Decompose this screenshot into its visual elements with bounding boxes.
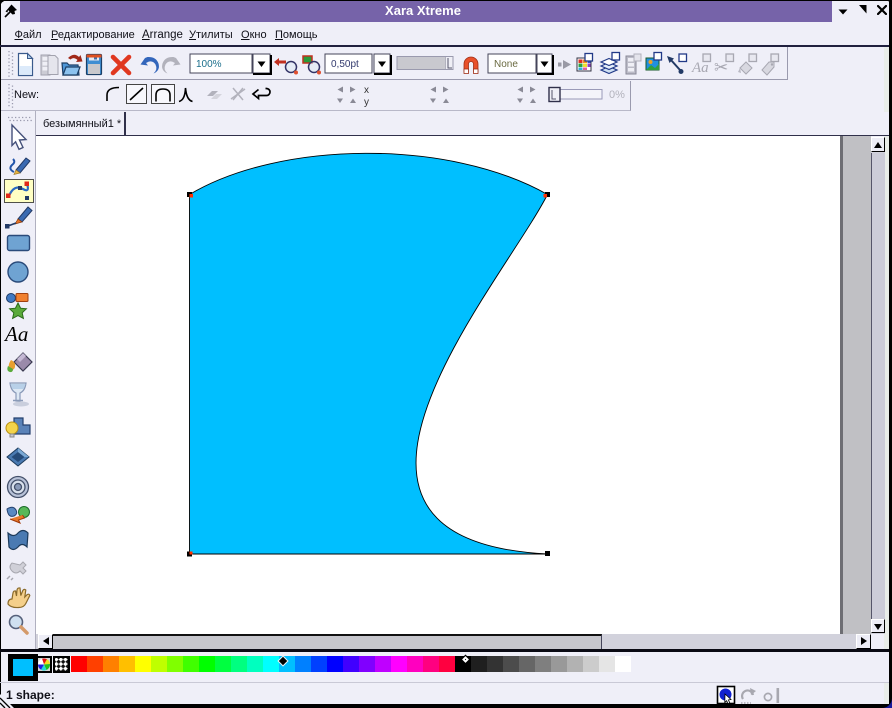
svg-text:Aa: Aa — [3, 322, 28, 346]
svg-text:100%: 100% — [196, 59, 222, 70]
svg-text:0,50pt: 0,50pt — [331, 59, 359, 70]
svg-text:0%: 0% — [609, 89, 625, 101]
svg-text:Aa: Aa — [691, 60, 709, 76]
svg-text:None: None — [494, 59, 518, 70]
svg-text:y: y — [364, 97, 369, 108]
svg-text:x: x — [364, 85, 369, 96]
